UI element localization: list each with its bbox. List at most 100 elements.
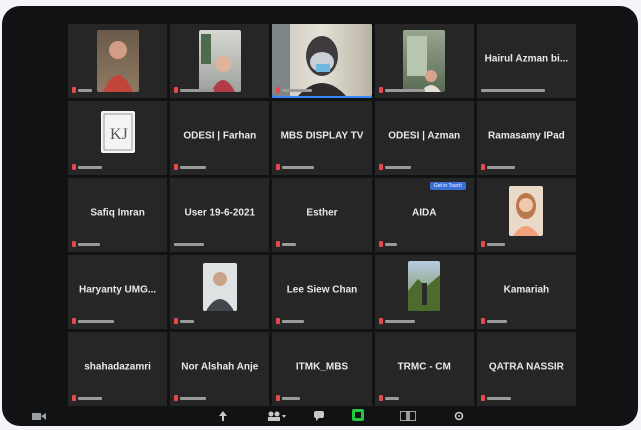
person-video-icon xyxy=(102,41,133,92)
participant-tile[interactable]: Safiq Imran xyxy=(68,178,168,252)
mic-muted-icon xyxy=(378,318,383,324)
participant-grid: Hairul Azman bi... KJ ODESI | Farhan MBS… xyxy=(68,24,576,406)
record-icon[interactable] xyxy=(352,408,366,426)
man-photo-icon xyxy=(205,272,234,311)
participant-label xyxy=(174,317,195,325)
mic-muted-icon xyxy=(174,164,179,170)
participant-name: Hairul Azman bi... xyxy=(484,53,569,65)
side-video-icon xyxy=(407,36,442,92)
participants-icon[interactable] xyxy=(267,408,287,426)
participant-tile[interactable]: User 19-6-2021 xyxy=(170,178,270,252)
participant-label xyxy=(378,86,425,94)
participant-tile[interactable]: QATRA NASSIR xyxy=(476,332,576,406)
participant-label xyxy=(276,317,305,325)
participant-label xyxy=(480,240,505,248)
profile-photo xyxy=(202,263,237,311)
mic-muted-icon xyxy=(480,318,485,324)
participant-tile[interactable]: Esther xyxy=(272,178,372,252)
profile-photo xyxy=(408,261,441,311)
mic-muted-icon xyxy=(480,164,485,170)
kj-logo-icon: KJ xyxy=(103,113,133,151)
settings-icon[interactable] xyxy=(454,408,464,426)
participant-name: Haryanty UMG... xyxy=(78,284,157,296)
participant-tile[interactable]: Get in Touch AIDA xyxy=(374,178,474,252)
participant-tile[interactable]: Haryanty UMG... xyxy=(68,255,168,329)
mic-muted-icon xyxy=(276,241,281,247)
share-icon[interactable] xyxy=(218,408,228,426)
video-feed xyxy=(403,30,446,92)
participant-label xyxy=(378,240,397,248)
mic-muted-icon xyxy=(276,87,281,93)
participant-name: Lee Siew Chan xyxy=(286,284,358,296)
participant-name: Ramasamy IPad xyxy=(488,130,565,142)
participant-name: User 19-6-2021 xyxy=(184,207,256,219)
participant-tile[interactable]: Nor Alshah Anje xyxy=(170,332,270,406)
video-feed xyxy=(198,30,241,92)
participant-label xyxy=(174,86,215,94)
participant-name: ODESI | Farhan xyxy=(183,130,257,142)
chat-icon[interactable] xyxy=(314,408,324,426)
participant-name: MBS DISPLAY TV xyxy=(280,130,364,142)
meeting-window: Hairul Azman bi... KJ ODESI | Farhan MBS… xyxy=(2,6,638,426)
participant-tile[interactable]: Kamariah xyxy=(476,255,576,329)
participant-label xyxy=(72,317,114,325)
participant-label xyxy=(276,86,313,94)
participant-name: Safiq Imran xyxy=(90,207,145,219)
participant-tile[interactable] xyxy=(170,24,270,98)
participant-tile[interactable]: ODESI | Farhan xyxy=(170,101,270,175)
participant-label xyxy=(276,240,297,248)
participant-label xyxy=(480,163,515,171)
participant-tile[interactable]: TRMC - CM xyxy=(374,332,474,406)
participant-tile[interactable]: KJ xyxy=(68,101,168,175)
participant-label xyxy=(72,163,102,171)
badge[interactable]: Get in Touch xyxy=(429,182,466,190)
mic-muted-icon xyxy=(276,318,281,324)
participant-name: ITMK_MBS xyxy=(295,361,349,373)
participant-tile[interactable]: Ramasamy IPad xyxy=(476,101,576,175)
participant-label xyxy=(276,163,315,171)
view-icon[interactable] xyxy=(399,408,417,426)
participant-tile[interactable] xyxy=(476,178,576,252)
profile-photo xyxy=(509,186,544,236)
mic-muted-icon xyxy=(72,241,76,247)
mic-muted-icon xyxy=(378,87,383,93)
participant-tile[interactable]: shahadazamri xyxy=(68,332,168,406)
mic-muted-icon xyxy=(174,87,179,93)
participant-tile[interactable]: ITMK_MBS xyxy=(272,332,372,406)
participant-tile[interactable]: Lee Siew Chan xyxy=(272,255,372,329)
mic-muted-icon xyxy=(72,318,76,324)
participant-tile[interactable]: MBS DISPLAY TV xyxy=(272,101,372,175)
participant-name: TRMC - CM xyxy=(397,361,451,373)
woman-photo-icon xyxy=(513,193,540,236)
participant-label xyxy=(378,317,415,325)
camera-icon[interactable] xyxy=(32,408,46,426)
mic-muted-icon xyxy=(378,241,383,247)
participant-label xyxy=(480,317,507,325)
svg-text:KJ: KJ xyxy=(110,126,128,143)
participant-tile[interactable] xyxy=(374,255,474,329)
participant-tile[interactable]: ODESI | Azman xyxy=(374,101,474,175)
participant-name: Kamariah xyxy=(503,284,550,296)
participant-tile[interactable] xyxy=(170,255,270,329)
participant-name: AIDA xyxy=(411,207,437,219)
profile-logo: KJ xyxy=(100,111,135,153)
mic-muted-icon xyxy=(72,164,76,170)
participant-tile[interactable] xyxy=(68,24,168,98)
mic-muted-icon xyxy=(378,164,383,170)
room-video-icon xyxy=(200,34,235,92)
participant-tile[interactable]: Hairul Azman bi... xyxy=(476,24,576,98)
participant-label xyxy=(480,86,545,94)
participant-name: ODESI | Azman xyxy=(388,130,461,142)
participant-name: Esther xyxy=(306,207,338,219)
participant-label xyxy=(174,163,207,171)
participant-label xyxy=(72,240,100,248)
participant-tile[interactable] xyxy=(374,24,474,98)
participant-tile[interactable] xyxy=(272,24,372,98)
mic-muted-icon xyxy=(72,87,76,93)
outdoor-photo-icon xyxy=(408,275,441,311)
participant-name: Nor Alshah Anje xyxy=(181,361,259,373)
meeting-toolbar xyxy=(2,398,638,426)
participant-label xyxy=(174,240,205,248)
participant-label xyxy=(378,163,411,171)
video-feed xyxy=(96,30,139,92)
